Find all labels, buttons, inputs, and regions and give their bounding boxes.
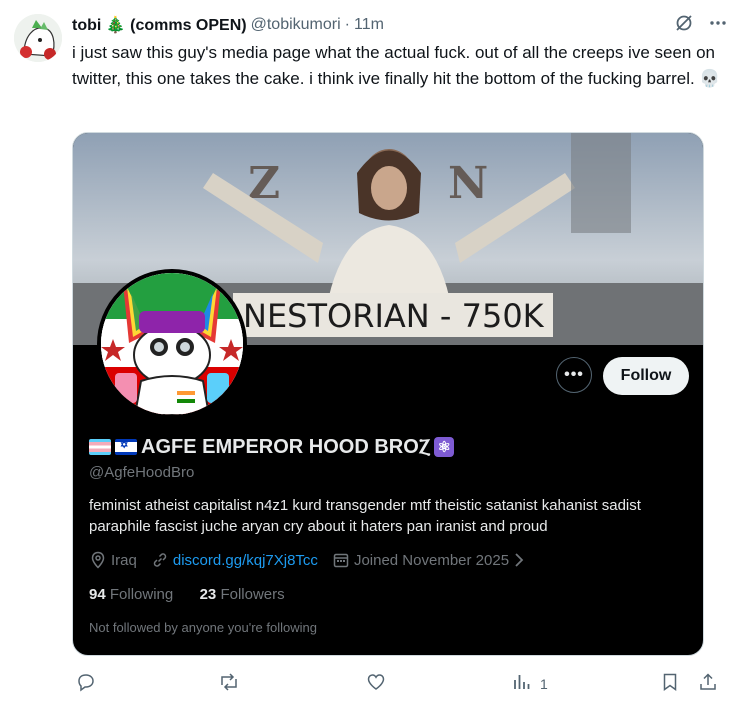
link-text[interactable]: discord.gg/kqj7Xj8Tcc (173, 552, 318, 569)
bookmark-button[interactable] (660, 672, 680, 695)
profile-bio: feminist atheist capitalist n4z1 kurd tr… (89, 497, 641, 535)
profile-name[interactable]: AGFE EMPEROR HOOD BROⲌ ⚛ (89, 433, 455, 461)
profile-link[interactable]: discord.gg/kqj7Xj8Tcc (151, 551, 318, 569)
follow-button[interactable]: Follow (603, 357, 689, 395)
like-button[interactable] (366, 672, 386, 695)
profile-more-button[interactable]: ••• (556, 357, 592, 393)
tweet-header: tobi 🎄 (comms OPEN) @tobikumori · 11m (72, 14, 728, 36)
tweet-timestamp[interactable]: 11m (354, 16, 384, 34)
calendar-icon (332, 551, 350, 569)
joined-text: Joined November 2025 (353, 551, 510, 569)
more-icon[interactable] (708, 13, 728, 38)
more-icon: ••• (564, 366, 584, 383)
views-button[interactable]: 1 (512, 672, 548, 695)
like-icon (366, 672, 386, 695)
link-icon (151, 551, 169, 569)
israel-flag-icon (115, 439, 137, 455)
media-card[interactable]: Z N NESTORIAN - 750K ••• Follow ✡ AGFE E… (72, 132, 704, 656)
profile-meta: Iraq discord.gg/kqj7Xj8Tcc Joined Novemb… (89, 551, 543, 569)
following-label: Following (109, 586, 174, 603)
profile-location: Iraq (89, 551, 137, 569)
followers-link[interactable]: 23 Followers (200, 586, 285, 603)
tweet-actions: 1 (72, 672, 722, 700)
bookmark-icon (660, 672, 680, 695)
profile-name-text: AGFE EMPEROR HOOD BROⲌ (141, 435, 431, 458)
followers-label: Followers (220, 586, 285, 603)
tweet-text: i just saw this guy's media page what th… (72, 43, 721, 88)
followers-count: 23 (199, 586, 217, 603)
views-icon (512, 672, 532, 695)
retweet-icon (218, 672, 240, 695)
location-text: Iraq (111, 551, 137, 569)
following-link[interactable]: 94 Following (89, 586, 173, 603)
follow-stats: 94 Following 23 Followers (89, 586, 285, 603)
profile-joined: Joined November 2025 (332, 551, 529, 569)
profile-handle[interactable]: @AgfeHoodBro (89, 464, 194, 481)
atom-icon: ⚛ (434, 437, 455, 457)
grok-icon[interactable] (674, 13, 694, 38)
reply-button[interactable] (76, 672, 96, 695)
location-pin-icon (89, 551, 107, 569)
retweet-button[interactable] (218, 672, 240, 695)
profile-avatar[interactable] (97, 269, 247, 419)
author-handle[interactable]: @tobikumori (251, 16, 341, 34)
views-count: 1 (540, 675, 548, 692)
share-button[interactable] (698, 672, 718, 695)
following-count: 94 (89, 586, 106, 603)
author-avatar[interactable] (14, 14, 62, 62)
not-followed-notice: Not followed by anyone you're following (89, 620, 317, 635)
author-display-name[interactable]: tobi 🎄 (comms OPEN) (72, 15, 247, 35)
chevron-right-icon[interactable] (513, 552, 525, 568)
trans-flag-icon (89, 439, 111, 455)
separator-dot: · (344, 16, 350, 33)
share-icon (698, 672, 718, 695)
svg-text:N: N (448, 158, 488, 209)
banner-caption: NESTORIAN - 750K (243, 297, 545, 335)
reply-icon (76, 672, 96, 695)
